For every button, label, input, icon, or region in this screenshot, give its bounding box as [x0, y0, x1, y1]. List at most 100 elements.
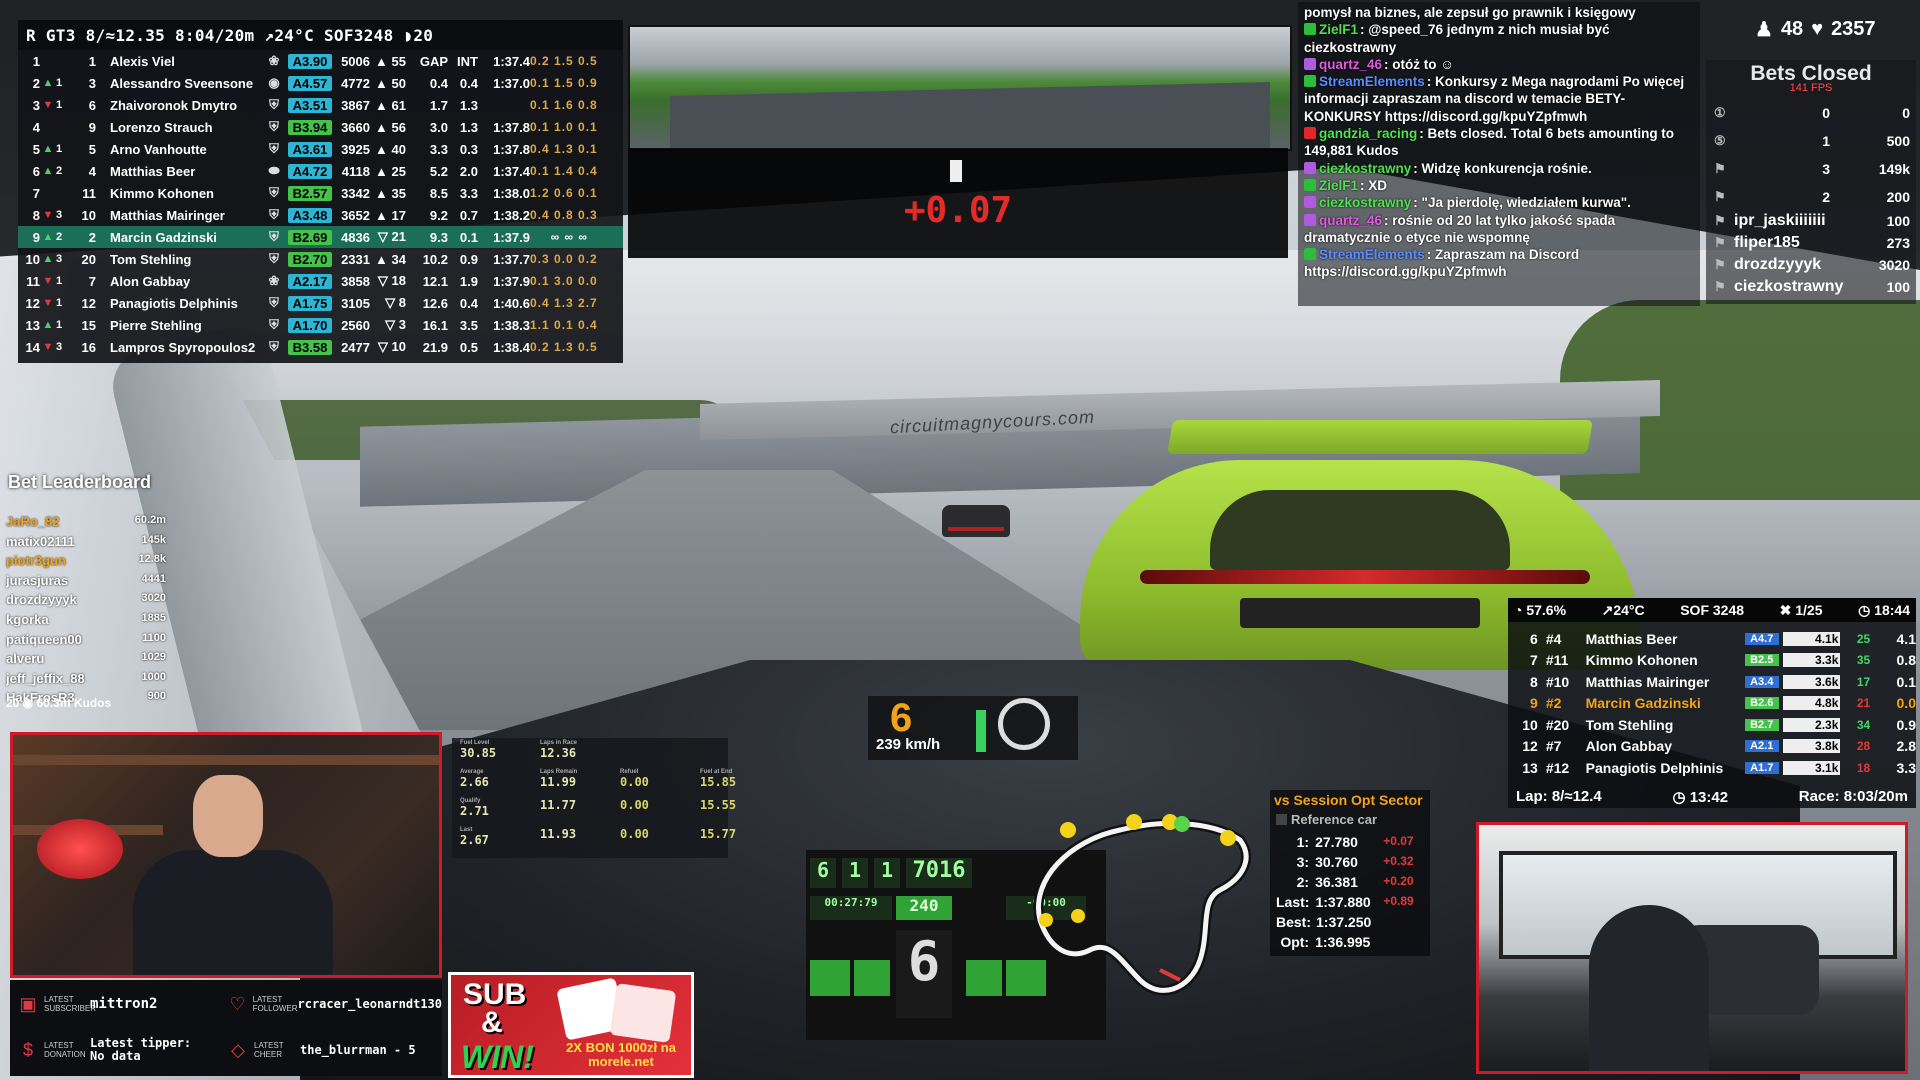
bet-leaderboard-row: jeff_jeffix_88 1000 — [6, 671, 166, 690]
position-change: 2 — [56, 231, 63, 243]
bet-stat-icon: ① — [1714, 105, 1726, 120]
irating: 3867 — [341, 97, 370, 113]
driver-name: Pierre Stehling — [110, 317, 202, 333]
bet-stat-icon: ⑤ — [1714, 133, 1726, 148]
car-number: 6 — [88, 97, 96, 113]
irating-change: ▲ 56 — [375, 119, 406, 135]
reference-car-option[interactable]: Reference car — [1276, 812, 1377, 827]
bet-user-name: fliper185 — [1734, 234, 1800, 251]
chat-badge-icon — [1304, 196, 1316, 209]
standings-row: 7 11 Kimmo Kohonen ⛨ B2.57 3342 ▲ 35 8.5 3.3 1:38… — [18, 182, 623, 204]
relative-irating: 2.3k — [1782, 717, 1841, 732]
relative-irating-change: 28 — [1856, 739, 1871, 753]
bet-stat-count: 1 — [1822, 133, 1830, 149]
last-lap: 1:37.9 — [493, 273, 530, 289]
sector-delta — [1383, 934, 1426, 950]
car-brand-icon: ◉ — [268, 75, 280, 90]
car-brand-icon: ❀ — [268, 273, 280, 288]
latest-donation-label: LATEST DONATION — [44, 1041, 86, 1059]
relative-position: 9 — [1530, 695, 1538, 711]
fuel-cell: Laps in Race 12.36 — [540, 740, 606, 760]
position: 11 — [26, 273, 40, 289]
speed-readout: 239 km/h — [876, 736, 941, 753]
relative-irating-change: 34 — [1856, 717, 1871, 732]
position-change: 1 — [56, 99, 63, 111]
standings-row: 14 ▼ 3 16 Lampros Spyropoulos2 ⛨ B3.58 2477 ▽ 10… — [18, 336, 623, 358]
sector-time: 1:37.880 — [1315, 894, 1371, 910]
win-text: WIN! — [461, 1039, 534, 1075]
chat-username: ZielF1 — [1319, 22, 1359, 38]
driver — [1589, 905, 1709, 1071]
bet-stat-count: 2 — [1822, 189, 1830, 205]
fuel-value: 2.66 — [460, 775, 489, 789]
bet-stat-row: ⑤ 1 500 — [1714, 130, 1910, 152]
standings-row: 9 ▲ 2 2 Marcin Gadzinski ⛨ B2.69 4836 ▽ 21 9.3 0.1… — [18, 226, 623, 248]
gap: 3.0 — [429, 119, 448, 135]
heart-outline-icon: ♡ — [229, 994, 246, 1014]
license-badge: A4.57 — [288, 75, 332, 91]
dash-gear: 6 — [896, 930, 952, 1018]
last-lap: 1:40.6 — [493, 295, 530, 311]
chat-username: ciezkostrawny — [1319, 160, 1412, 176]
standings-row: 12 ▼ 1 12 Panagiotis Delphinis ⛨ A1.75 3105 ▽ 81… — [18, 292, 623, 314]
last-lap: 1:37.4 — [493, 163, 530, 179]
tyre-fr-inner — [966, 960, 1002, 996]
fuel-value: 15.77 — [700, 827, 737, 841]
checkbox-icon[interactable] — [1276, 814, 1287, 825]
fuel-cell: 0.00 — [620, 827, 686, 841]
delta-bar: +0.07 — [628, 148, 1288, 258]
position-change-icon: ▼ — [42, 209, 54, 221]
fuel-cell: 15.77 — [700, 827, 766, 841]
bet-leaderboard-name: piotr3gun — [6, 553, 66, 569]
irating-change: ▽ 3 — [385, 317, 406, 332]
gap: 21.9 — [422, 339, 448, 355]
chat-message: quartz_46: otóż to ☺ — [1304, 56, 1694, 73]
standings-row: 2 ▲ 1 3 Alessandro Sveensone ◉ A4.57 4772 ▲ 50 0.… — [18, 72, 623, 94]
position-change-icon: ▲ — [42, 165, 54, 177]
interval: 0.3 — [459, 141, 478, 157]
bet-leaderboard-name: patiqueen00 — [6, 631, 82, 647]
license-badge: A4.72 — [288, 163, 332, 179]
license-badge: A3.48 — [288, 207, 332, 223]
latest-cheer: ◇ LATEST CHEER the_blurrman - 5 — [220, 1030, 442, 1070]
relative-gap: 0.1 — [1896, 673, 1916, 690]
car-dot — [1220, 830, 1236, 846]
viewer-icon: ♟ — [1755, 18, 1773, 41]
car-brand-icon: ⛨ — [269, 141, 279, 156]
logo-sticker — [37, 819, 123, 879]
standings-row: 3 ▼ 1 6 Zhaivoronok Dmytro ⛨ A3.51 3867 ▲ 61 1.7 1… — [18, 94, 623, 116]
bet-user-value: 100 — [1886, 213, 1910, 229]
twitch-icon: ▣ — [19, 994, 37, 1014]
relative-car-number: #20 — [1545, 716, 1570, 733]
position-change-icon: ▲ — [42, 143, 54, 155]
chat-text: : "Ja pierdolę, wiedziałem kurwa". — [1413, 195, 1631, 211]
fuel-value: 11.93 — [540, 827, 577, 841]
driver-name: Arno Vanhoutte — [110, 141, 207, 157]
shelf — [13, 755, 439, 765]
viewer-stats: ♟ 48 ♥ 2357 — [1755, 16, 1915, 42]
last-lap: 1:38.3 — [493, 317, 530, 333]
position-change-icon: ▲ — [42, 77, 54, 89]
relative-irating: 3.3k — [1782, 653, 1841, 667]
bet-stat-value: 500 — [1886, 133, 1910, 149]
position-change: 1 — [56, 319, 63, 331]
latest-subscriber: ▣ LATEST SUBSCRIBER mittron2 — [10, 984, 220, 1024]
streamer-webcam — [10, 732, 442, 978]
gap: 12.1 — [422, 273, 448, 289]
relative-position: 8 — [1530, 673, 1538, 690]
position-change: 2 — [56, 165, 63, 177]
standings-row: 6 ▲ 2 4 Matthias Beer ⬬ A4.72 4118 ▲ 25 5.2 2.0 1:3… — [18, 160, 623, 182]
car-dot — [1071, 909, 1085, 923]
standings-row: 4 9 Lorenzo Strauch ⛨ B3.94 3660 ▲ 56 3.0 1.3 1:3… — [18, 116, 623, 138]
position: 7 — [32, 185, 40, 201]
position: 3 — [32, 97, 40, 113]
car-brand-icon: ⛨ — [269, 317, 279, 332]
relative-position: 7 — [1530, 652, 1538, 668]
gap: GAP — [419, 53, 448, 69]
driver-name: Kimmo Kohonen — [110, 185, 214, 201]
driver-name: Alessandro Sveensone — [110, 75, 254, 91]
sector-deltas: 0.1 3.0 0.0 — [530, 274, 598, 288]
standings-rows: 1 1 Alexis Viel ❀ A3.90 5006 ▲ 55 GAP INT 1:37.4 0… — [18, 50, 623, 358]
car-icon: ⚑ — [1714, 257, 1726, 272]
car-brand-icon: ⛨ — [269, 229, 279, 244]
